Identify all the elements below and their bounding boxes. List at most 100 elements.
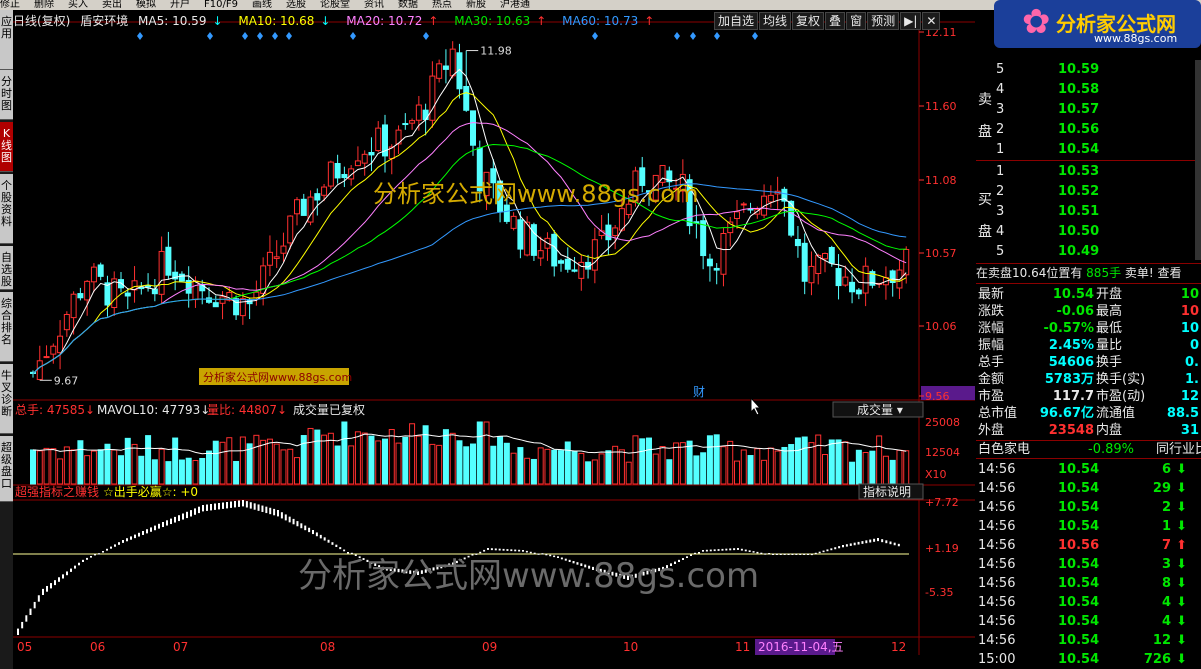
candle-body [321,186,328,196]
sector-row[interactable]: 白色家电 -0.89% 同行业比 [976,441,1201,458]
volume-bar [178,459,185,485]
toolbar-button[interactable]: 叠 [825,12,846,30]
tick-time: 14:56 [978,633,1016,648]
tick-row: 14:56 10.56 7 ⬆ [976,536,1201,555]
volume-bar [165,461,172,485]
menu-item[interactable]: 修正 [0,0,20,10]
volume-bar [415,435,422,485]
volume-bar [747,455,754,485]
volume-bar [436,444,443,485]
bid-row[interactable]: 2 10.52 [976,182,1201,201]
position-text: 在卖盘10.64位置有 [976,266,1083,280]
candle-body [314,193,321,201]
bid-row[interactable]: 3 10.51 [976,202,1201,221]
bid-row[interactable]: 5 10.49 [976,242,1201,261]
candle-body [706,258,713,267]
arrow-down-icon: ⬇ [1176,519,1187,534]
ask-level: 3 [996,102,1005,117]
bid-row[interactable]: 4 10.50 [976,222,1201,241]
menu-item[interactable]: 删除 [34,0,54,10]
candle-body [354,160,361,167]
left-tab[interactable]: 牛叉诊断 [0,364,13,434]
volume-bar [307,427,314,485]
candle-body [280,245,287,254]
toolbar-button[interactable]: 复权 [792,12,825,30]
candle-body [151,288,158,295]
candle-body [341,173,348,179]
volume-bar [510,452,517,485]
expand-icon[interactable]: ▶| [900,12,922,30]
menu-item[interactable]: 资讯 [364,0,384,10]
menu-item[interactable]: 数据 [398,0,418,10]
period-label[interactable]: 日线(复权) [13,14,70,28]
menu-item[interactable]: 买入 [68,0,88,10]
volume-bar [341,421,348,485]
toolbar-button[interactable]: 加自选 [714,12,759,30]
indicator-signal: ☆出手必赢☆: +0 [103,484,198,499]
menu-item[interactable]: 开户 [170,0,190,10]
toolbar-button[interactable]: 预测 [867,12,900,30]
close-icon[interactable]: ✕ [922,12,941,30]
menu-item[interactable]: 选股 [286,0,306,10]
left-tab[interactable]: 应用 [0,10,13,70]
left-tab[interactable]: 自选股 [0,246,13,290]
quote-label: 换手(实) [1096,372,1146,387]
candle-body [375,127,382,152]
volume-bar [138,455,145,485]
quote-label: 流通值 [1096,406,1136,421]
left-tab[interactable]: K线图 [0,122,13,172]
date-axis-label: 08 [320,640,335,654]
quote-value: 88.5 [1166,406,1199,421]
sector-compare-button[interactable]: 同行业比 [1156,441,1201,458]
left-tab[interactable]: 综合排名 [0,292,13,362]
candle-body [192,280,199,301]
menu-item[interactable]: 新股 [466,0,486,10]
toolbar-button[interactable]: 均线 [759,12,792,30]
volume-axis-label: 12504 [925,446,960,459]
scrollbar[interactable] [1195,60,1201,260]
indicator-axis-label: -5.35 [925,586,953,599]
bid-row[interactable]: 1 10.53 [976,162,1201,181]
quote-row: 外盘 23548 内盘 31 [976,422,1201,439]
position-banner[interactable]: 在卖盘10.64位置有 885手 卖单! 查看 [976,264,1201,283]
tick-volume: 6 [1161,462,1171,477]
tick-volume: 29 [1152,481,1171,496]
left-tab[interactable]: 超级盘口 [0,436,13,502]
tick-volume: 2 [1161,500,1171,515]
quote-value: -0.06 [1056,304,1094,319]
kline-chart[interactable]: 12.1111.6011.0810.5710.069.5611.989.67分析… [13,10,975,655]
menu-item[interactable]: F10/F9 [204,0,238,10]
volume-bar [815,434,822,485]
logo-url: www.88gs.com [1094,32,1178,45]
menu-item[interactable]: 论股堂 [320,0,350,10]
menu-item[interactable]: 热点 [432,0,452,10]
ask-row[interactable]: 2 10.56 [976,120,1201,139]
left-tab[interactable]: 个股资料 [0,174,13,244]
volume-bar [517,447,524,485]
menu-item[interactable]: 模拟 [136,0,156,10]
ask-row[interactable]: 4 10.58 [976,80,1201,99]
quote-value: 12 [1180,389,1199,404]
price-axis-label: 11.08 [925,174,957,187]
menu-item[interactable]: 沪港通 [500,0,530,10]
ask-row[interactable]: 5 10.59 [976,60,1201,79]
volume-bar [84,455,91,485]
ma-info-bar: 日线(复权) 盾安环境 MA5: 10.59 ↓ MA10: 10.68 ↓ MA2… [13,12,666,30]
bid-price: 10.50 [1058,224,1100,239]
candle-body [36,360,43,381]
volume-bar [801,436,808,485]
volume-bar [862,452,869,485]
volume-bar [767,447,774,485]
volume-bar [598,453,605,485]
volume-axis-label: 25008 [925,416,960,429]
menu-item[interactable]: 画线 [252,0,272,10]
left-tab[interactable]: 分时图 [0,70,13,120]
tick-volume: 8 [1161,576,1171,591]
toolbar-button[interactable]: 窗 [846,12,867,30]
menu-item[interactable]: 卖出 [102,0,122,10]
volume-bar [686,440,693,485]
ask-row[interactable]: 3 10.57 [976,100,1201,119]
ask-row[interactable]: 1 10.54 [976,140,1201,159]
watermark-bottom: 分析家公式网www.88gs.com [298,556,759,596]
candle-body [409,120,416,124]
